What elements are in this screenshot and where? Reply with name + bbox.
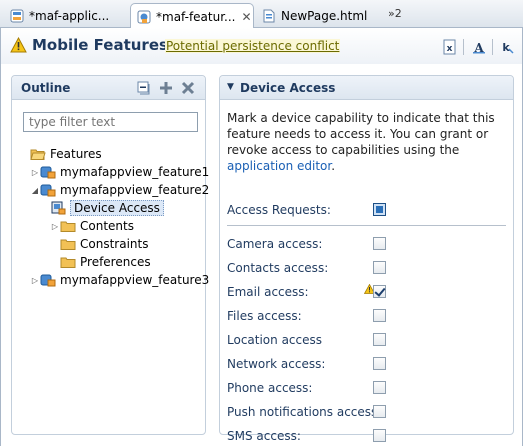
tree-item-label: mymafappview_feature2 bbox=[60, 183, 210, 197]
tab-newpage-html[interactable]: NewPage.html bbox=[256, 3, 382, 28]
feature-icon bbox=[40, 184, 56, 197]
section-collapse-icon[interactable]: ▼ bbox=[227, 82, 234, 92]
tree-item-feature1[interactable]: ▷ mymafappview_feature1 bbox=[30, 163, 209, 181]
feature-icon bbox=[40, 274, 56, 287]
outline-title: Outline bbox=[21, 81, 71, 95]
camera-access-checkbox[interactable] bbox=[373, 237, 386, 250]
tree-item-label: Features bbox=[50, 147, 102, 161]
location-access-label: Location access bbox=[227, 333, 323, 347]
tree-item-feature3[interactable]: ▷ mymafappview_feature3 bbox=[30, 271, 209, 289]
push-notifications-access-label: Push notifications access: bbox=[227, 405, 382, 419]
network-access-checkbox[interactable] bbox=[373, 357, 386, 370]
outline-panel: Outline Features ▷ bbox=[11, 75, 209, 435]
camera-access-label: Camera access: bbox=[227, 237, 323, 251]
toolbar-separator bbox=[492, 39, 493, 55]
tree-item-device-access[interactable]: Device Access bbox=[50, 199, 164, 217]
collapsed-twistie-icon[interactable]: ▷ bbox=[50, 222, 60, 231]
font-icon[interactable]: A bbox=[471, 39, 487, 55]
device-access-icon bbox=[51, 201, 66, 215]
source-view-icon[interactable]: x bbox=[442, 39, 458, 55]
sms-access-label: SMS access: bbox=[227, 429, 301, 443]
contacts-access-label: Contacts access: bbox=[227, 261, 329, 275]
collapsed-twistie-icon[interactable]: ▷ bbox=[30, 276, 40, 285]
folder-icon bbox=[60, 239, 76, 250]
mobile-features-editor: Mobile Features Potential persistence co… bbox=[0, 28, 523, 446]
editor-tab-strip: *maf-applic... *maf-featur... ✕ NewPage.… bbox=[0, 0, 523, 29]
tree-item-label: mymafappview_feature1 bbox=[60, 165, 210, 179]
editor-header: Mobile Features Potential persistence co… bbox=[1, 28, 522, 64]
page-title: Mobile Features bbox=[32, 36, 168, 54]
tab-overflow-button[interactable]: »2 bbox=[388, 7, 402, 20]
files-access-checkbox[interactable] bbox=[373, 309, 386, 322]
folder-icon bbox=[60, 221, 76, 232]
tree-item-preferences[interactable]: Preferences bbox=[60, 253, 151, 271]
sms-access-checkbox[interactable] bbox=[373, 429, 386, 442]
expanded-twistie-icon[interactable]: ◢ bbox=[30, 186, 40, 195]
device-access-header[interactable]: ▼ Device Access bbox=[220, 76, 513, 100]
access-requests-checkbox[interactable] bbox=[373, 203, 386, 216]
section-divider bbox=[227, 225, 506, 226]
maf-feature-icon bbox=[137, 10, 151, 23]
tab-maf-application[interactable]: *maf-applic... bbox=[4, 3, 128, 28]
tab-label: NewPage.html bbox=[281, 8, 368, 23]
folder-open-icon bbox=[30, 149, 46, 160]
collapsed-twistie-icon[interactable]: ▷ bbox=[30, 168, 40, 177]
svg-text:x: x bbox=[447, 44, 453, 54]
phone-access-checkbox[interactable] bbox=[373, 381, 386, 394]
tab-maf-feature[interactable]: *maf-featur... ✕ bbox=[130, 3, 254, 29]
toolbar-separator bbox=[463, 39, 464, 55]
add-icon[interactable] bbox=[159, 81, 173, 95]
location-access-checkbox[interactable] bbox=[373, 333, 386, 346]
phone-access-label: Phone access: bbox=[227, 381, 313, 395]
html-page-icon bbox=[263, 9, 275, 22]
files-access-label: Files access: bbox=[227, 309, 302, 323]
access-requests-label: Access Requests: bbox=[227, 203, 331, 217]
close-icon[interactable]: ✕ bbox=[242, 10, 252, 24]
tab-label: *maf-featur... bbox=[156, 9, 236, 24]
tree-item-features[interactable]: Features bbox=[20, 145, 102, 163]
feature-icon bbox=[40, 166, 56, 179]
tree-item-label: mymafappview_feature3 bbox=[60, 273, 210, 287]
push-notifications-access-checkbox[interactable] bbox=[373, 405, 386, 418]
tab-label: *maf-applic... bbox=[29, 8, 110, 23]
tree-item-contents[interactable]: ▷ Contents bbox=[50, 217, 134, 235]
tree-item-label: Contents bbox=[80, 219, 134, 233]
email-access-checkbox[interactable] bbox=[373, 285, 386, 298]
description-end: . bbox=[331, 159, 336, 173]
email-access-label: Email access: bbox=[227, 285, 309, 299]
network-access-label: Network access: bbox=[227, 357, 326, 371]
warning-icon bbox=[10, 37, 27, 53]
outline-header: Outline bbox=[12, 76, 205, 100]
folder-icon bbox=[60, 257, 76, 268]
svg-text:k: k bbox=[502, 41, 510, 54]
tree-item-label: Preferences bbox=[80, 255, 151, 269]
collapse-all-icon[interactable] bbox=[137, 81, 151, 95]
help-icon[interactable]: k bbox=[499, 39, 515, 55]
maf-application-icon bbox=[10, 9, 24, 22]
persistence-conflict-link[interactable]: Potential persistence conflict bbox=[165, 39, 341, 53]
tree-item-feature2[interactable]: ◢ mymafappview_feature2 bbox=[30, 181, 209, 199]
device-access-description: Mark a device capability to indicate tha… bbox=[227, 110, 509, 174]
delete-icon[interactable] bbox=[181, 81, 195, 95]
tree-item-label: Device Access bbox=[70, 200, 164, 216]
section-title: Device Access bbox=[240, 81, 336, 95]
outline-filter-input[interactable] bbox=[23, 112, 198, 132]
application-editor-link[interactable]: application editor bbox=[227, 159, 331, 173]
description-text: Mark a device capability to indicate tha… bbox=[227, 111, 495, 157]
contacts-access-checkbox[interactable] bbox=[373, 261, 386, 274]
device-access-section: ▼ Device Access Mark a device capability… bbox=[219, 75, 514, 443]
tree-item-constraints[interactable]: Constraints bbox=[60, 235, 148, 253]
tree-item-label: Constraints bbox=[80, 237, 149, 251]
